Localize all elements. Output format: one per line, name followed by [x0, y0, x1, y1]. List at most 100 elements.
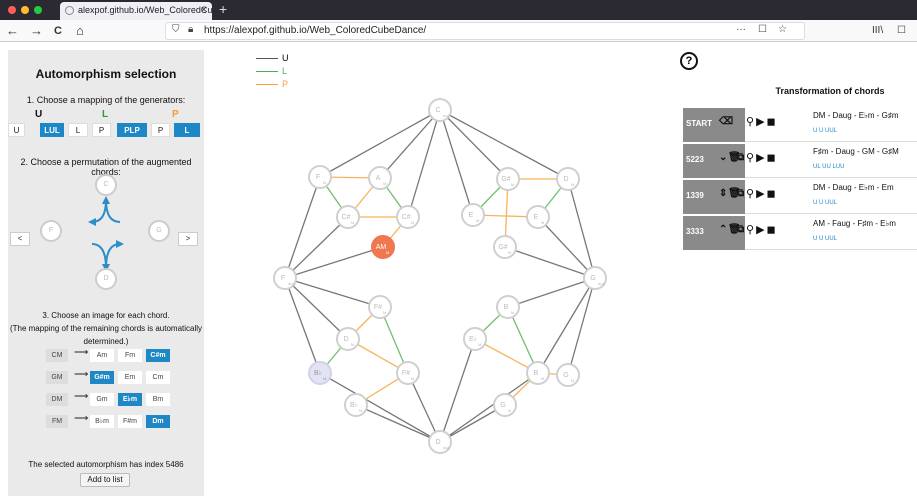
- aug-node-right[interactable]: G: [148, 220, 170, 242]
- chord-node-c5[interactable]: B♭M: [344, 393, 368, 417]
- sidebar-icon[interactable]: ☐: [897, 22, 906, 40]
- chord-option[interactable]: Gm: [90, 393, 114, 406]
- chord-node-b3[interactable]: EM: [461, 203, 485, 227]
- chord-node-R[interactable]: Gaug: [583, 266, 607, 290]
- play-icon[interactable]: ▶︎: [756, 224, 765, 236]
- generator-button-4[interactable]: PLP: [117, 123, 147, 137]
- generator-button-3[interactable]: P: [92, 123, 111, 137]
- row-id-cell: START ⌫: [683, 108, 745, 142]
- chord-node-T[interactable]: Caug: [428, 98, 452, 122]
- tab-title: alexpof.github.io/Web_ColoredCubeDance/: [78, 5, 212, 15]
- more-icon[interactable]: ···: [736, 24, 746, 35]
- search-icon[interactable]: ⚲: [746, 152, 754, 164]
- copy-icon[interactable]: ⧉: [737, 224, 744, 235]
- graph-edge: [439, 372, 539, 443]
- new-tab-button[interactable]: +: [219, 1, 227, 17]
- generator-button-5[interactable]: P: [151, 123, 170, 137]
- stop-icon[interactable]: ◼︎: [767, 116, 776, 128]
- chord-node-a5[interactable]: AMM: [371, 235, 395, 259]
- generator-button-2[interactable]: L: [68, 123, 88, 137]
- reload-button[interactable]: C: [54, 22, 62, 40]
- move-icon[interactable]: ⌃: [719, 224, 727, 235]
- graph-edge: [355, 404, 441, 443]
- search-icon[interactable]: ⚲: [746, 188, 754, 200]
- search-icon[interactable]: ⚲: [746, 116, 754, 128]
- chord-node-b5[interactable]: G#M: [493, 235, 517, 259]
- stop-icon[interactable]: ◼︎: [767, 224, 776, 236]
- clear-icon[interactable]: ⌫: [719, 116, 733, 127]
- svg-text:B♭: B♭: [314, 369, 322, 377]
- play-icon[interactable]: ▶︎: [756, 152, 765, 164]
- chord-node-a1[interactable]: FM: [308, 165, 332, 189]
- forward-button[interactable]: →: [30, 22, 43, 40]
- pocket-icon[interactable]: ☐: [758, 24, 767, 35]
- play-icon[interactable]: ▶︎: [756, 188, 765, 200]
- chord-node-b1[interactable]: G#M: [496, 167, 520, 191]
- chord-node-c2[interactable]: DM: [336, 327, 360, 351]
- svg-text:G: G: [563, 372, 568, 379]
- url-bar[interactable]: ⛉ 🔒︎ https://alexpof.github.io/Web_Color…: [165, 22, 805, 40]
- chord-node-d1[interactable]: BM: [496, 295, 520, 319]
- add-to-list-button[interactable]: Add to list: [80, 473, 130, 487]
- chord-node-d5[interactable]: GM: [493, 393, 517, 417]
- search-icon[interactable]: ⚲: [746, 224, 754, 236]
- svg-text:M: M: [386, 250, 389, 255]
- transformation-row: 1339 ⇕ 🗑︎ ⧉ ⚲ ▶︎ ◼︎ DM - Daug - E♭m - Em U U UUL: [683, 180, 917, 214]
- chord-node-c4[interactable]: B♭M: [308, 361, 332, 385]
- legend-p: P: [256, 79, 288, 89]
- graph-edge: [439, 338, 476, 443]
- chord-node-a4[interactable]: C#M: [396, 205, 420, 229]
- bookmark-star-icon[interactable]: ☆: [778, 24, 787, 35]
- chord-option[interactable]: Em: [118, 371, 142, 384]
- chord-option[interactable]: Dm: [146, 415, 170, 428]
- aug-node-left[interactable]: F: [40, 220, 62, 242]
- home-button[interactable]: ⌂: [76, 22, 84, 40]
- chord-node-d3[interactable]: BM: [526, 361, 550, 385]
- browser-tab[interactable]: alexpof.github.io/Web_ColoredCubeDance/ …: [60, 2, 212, 20]
- play-icon[interactable]: ▶︎: [756, 116, 765, 128]
- chord-option[interactable]: F#m: [118, 415, 142, 428]
- back-button[interactable]: ←: [6, 22, 19, 40]
- chord-node-B[interactable]: Daug: [428, 430, 452, 454]
- help-icon[interactable]: ?: [680, 52, 698, 70]
- generator-button-0[interactable]: U: [8, 123, 25, 137]
- next-permutation-button[interactable]: >: [178, 232, 198, 246]
- chord-node-a2[interactable]: AM: [368, 166, 392, 190]
- chord-node-b4[interactable]: EM: [526, 205, 550, 229]
- copy-icon[interactable]: ⧉: [737, 188, 744, 199]
- stop-icon[interactable]: ◼︎: [767, 188, 776, 200]
- chord-node-b2[interactable]: DM: [556, 167, 580, 191]
- chord-option[interactable]: Cm: [146, 371, 170, 384]
- aug-node-top[interactable]: C: [95, 174, 117, 196]
- aug-node-bottom[interactable]: D: [95, 268, 117, 290]
- library-icon[interactable]: III\: [872, 22, 883, 40]
- generator-button-6[interactable]: L: [174, 123, 200, 137]
- minimize-window-dot[interactable]: [21, 6, 29, 14]
- chord-option[interactable]: Fm: [118, 349, 142, 362]
- row-id: START: [686, 119, 713, 128]
- shield-icon[interactable]: ⛉: [172, 24, 180, 35]
- generator-button-1[interactable]: LUL: [40, 123, 64, 137]
- chord-node-L[interactable]: Faug: [273, 266, 297, 290]
- operation-sequence: U U UUL: [813, 236, 838, 242]
- move-icon[interactable]: ⇕: [719, 188, 727, 199]
- copy-icon[interactable]: ⧉: [737, 152, 744, 163]
- chord-node-c1[interactable]: F#M: [368, 295, 392, 319]
- chord-node-d2[interactable]: E♭M: [463, 327, 487, 351]
- chord-option[interactable]: B♭m: [90, 415, 114, 428]
- move-icon[interactable]: ⌄: [719, 152, 727, 163]
- chord-option[interactable]: Bm: [146, 393, 170, 406]
- chord-option[interactable]: G#m: [90, 371, 114, 384]
- chord-option[interactable]: Am: [90, 349, 114, 362]
- chord-node-c3[interactable]: F#M: [396, 361, 420, 385]
- chord-option[interactable]: C#m: [146, 349, 170, 362]
- chord-node-a3[interactable]: C#M: [336, 205, 360, 229]
- close-tab-icon[interactable]: ×: [201, 4, 207, 16]
- chord-node-d4[interactable]: GM: [556, 363, 580, 387]
- close-window-dot[interactable]: [8, 6, 16, 14]
- prev-permutation-button[interactable]: <: [10, 232, 30, 246]
- maximize-window-dot[interactable]: [34, 6, 42, 14]
- lock-icon[interactable]: 🔒︎: [188, 24, 193, 35]
- chord-option[interactable]: E♭m: [118, 393, 142, 406]
- stop-icon[interactable]: ◼︎: [767, 152, 776, 164]
